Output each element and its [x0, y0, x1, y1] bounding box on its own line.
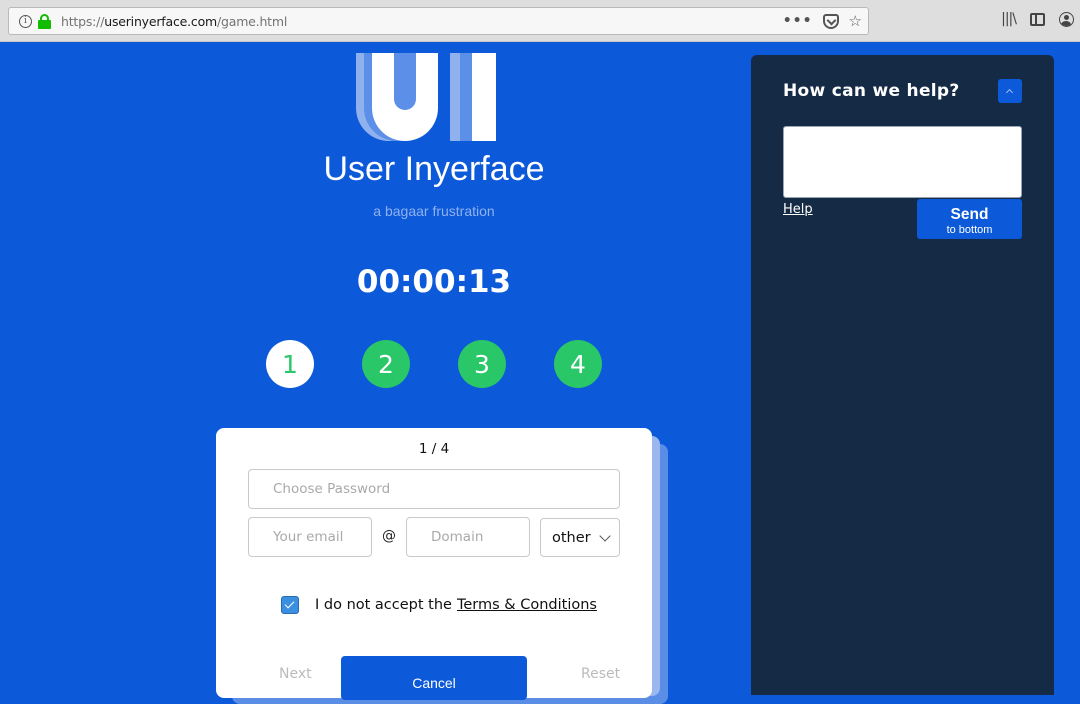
cancel-button[interactable]: Cancel: [341, 656, 527, 700]
library-icon[interactable]: |||\: [1001, 11, 1017, 27]
step-3: 3: [458, 340, 506, 388]
tld-selected-value: other: [552, 529, 591, 546]
login-card: 1 / 4 @ other I do not accept the Terms …: [216, 428, 652, 700]
lock-icon[interactable]: [38, 13, 51, 29]
card-counter: 1 / 4: [418, 441, 450, 457]
sidebar-icon[interactable]: [1030, 12, 1045, 26]
step-4: 4: [554, 340, 602, 388]
bookmark-star-icon[interactable]: ☆: [849, 12, 862, 30]
browser-toolbar: i https://userinyerface.com/game.html ••…: [0, 0, 1080, 42]
terms-checkbox[interactable]: [281, 596, 299, 614]
logo-u: [372, 53, 438, 141]
help-title: How can we help?: [783, 81, 960, 101]
page-actions-icon[interactable]: •••: [783, 13, 813, 29]
step-2: 2: [362, 340, 410, 388]
url-path: /game.html: [217, 13, 288, 29]
url-text[interactable]: https://userinyerface.com/game.html: [61, 14, 287, 29]
collapse-help-button[interactable]: [998, 79, 1022, 103]
step-1: 1: [266, 340, 314, 388]
chevron-down-icon: [599, 530, 611, 542]
step-indicator: 1 2 3 4: [266, 340, 602, 388]
terms-label: I do not accept the: [315, 597, 452, 613]
next-button[interactable]: Next: [279, 666, 312, 682]
url-prefix: https://: [61, 13, 105, 29]
reset-button[interactable]: Reset: [581, 666, 620, 682]
tld-select[interactable]: other: [540, 518, 620, 557]
pocket-icon[interactable]: [822, 13, 839, 29]
brand-tagline: a bagaar frustration: [373, 203, 495, 219]
email-input[interactable]: [248, 517, 372, 557]
help-panel: How can we help? Help Send to bottom: [751, 55, 1054, 695]
timer: 00:00:13: [356, 264, 512, 300]
account-icon[interactable]: [1059, 11, 1074, 27]
send-label: Send: [950, 205, 989, 223]
url-domain: userinyerface.com: [104, 13, 217, 29]
domain-input[interactable]: [406, 517, 530, 557]
terms-link[interactable]: Terms & Conditions: [457, 597, 597, 613]
terms-row: I do not accept the Terms & Conditions: [281, 596, 597, 614]
brand-logo: [356, 53, 498, 141]
help-textarea[interactable]: [783, 126, 1022, 198]
send-sublabel: to bottom: [946, 223, 993, 236]
help-link[interactable]: Help: [783, 202, 813, 217]
send-button[interactable]: Send to bottom: [917, 199, 1022, 239]
info-icon[interactable]: i: [19, 14, 32, 28]
logo-i: [472, 53, 496, 141]
address-bar[interactable]: i https://userinyerface.com/game.html ••…: [8, 7, 869, 35]
at-symbol: @: [382, 528, 396, 544]
brand-title: User Inyerface: [323, 150, 545, 188]
password-input[interactable]: [248, 469, 620, 509]
